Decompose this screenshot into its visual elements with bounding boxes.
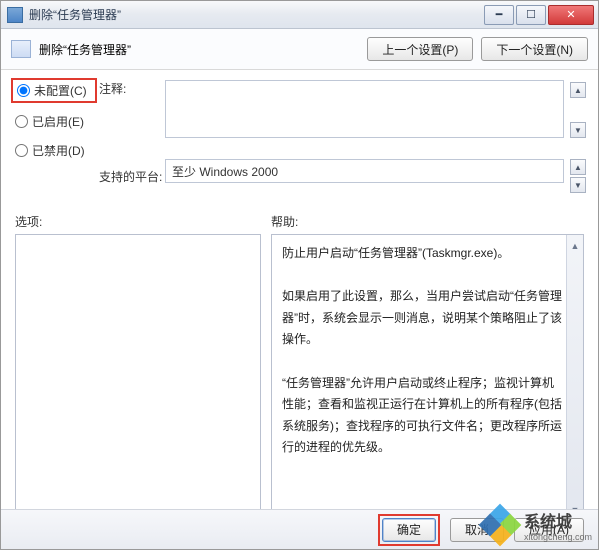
policy-icon xyxy=(11,40,31,58)
cancel-button-label: 取消 xyxy=(465,521,489,538)
comment-label: 注释: xyxy=(99,80,159,97)
titlebar: 删除“任务管理器” ━ ☐ ✕ xyxy=(1,1,598,29)
app-icon xyxy=(7,7,23,23)
cancel-button[interactable]: 取消 xyxy=(450,518,504,542)
comment-spin-down[interactable]: ▼ xyxy=(570,122,586,138)
scroll-up-icon[interactable]: ▲ xyxy=(571,235,580,257)
help-panel: 防止用户启动“任务管理器”(Taskmgr.exe)。 如果启用了此设置，那么，… xyxy=(271,234,584,522)
ok-button-highlight: 确定 xyxy=(378,514,440,546)
comment-spin-up[interactable]: ▲ xyxy=(570,82,586,98)
close-button[interactable]: ✕ xyxy=(548,5,594,25)
radio-enabled-label: 已启用(E) xyxy=(32,113,84,130)
platform-value: 至少 Windows 2000 xyxy=(172,163,278,180)
help-label: 帮助: xyxy=(271,213,298,230)
radio-not-configured-input[interactable] xyxy=(17,84,30,97)
prev-setting-button[interactable]: 上一个设置(P) xyxy=(367,37,473,61)
radio-disabled-label: 已禁用(D) xyxy=(32,142,85,159)
radio-disabled-input[interactable] xyxy=(15,144,28,157)
radio-disabled[interactable]: 已禁用(D) xyxy=(15,142,93,159)
window-title: 删除“任务管理器” xyxy=(29,6,482,23)
radio-not-configured-label: 未配置(C) xyxy=(34,82,87,99)
help-scrollbar[interactable]: ▲ ▼ xyxy=(566,235,583,521)
comment-textarea[interactable] xyxy=(165,80,564,138)
platform-spin-down[interactable]: ▼ xyxy=(570,177,586,193)
client-area: 删除“任务管理器” 上一个设置(P) 下一个设置(N) 未配置(C) 已启用(E… xyxy=(1,29,598,530)
radio-enabled-input[interactable] xyxy=(15,115,28,128)
next-setting-button[interactable]: 下一个设置(N) xyxy=(481,37,588,61)
mid-labels: 选项: 帮助: xyxy=(1,199,598,234)
platform-spin-up[interactable]: ▲ xyxy=(570,159,586,175)
help-p3: “任务管理器”允许用户启动或终止程序；监视计算机性能；查看和监视正运行在计算机上… xyxy=(282,373,563,459)
platform-label: 支持的平台: xyxy=(99,168,159,185)
help-p2: 如果启用了此设置，那么，当用户尝试启动“任务管理器”时，系统会显示一则消息，说明… xyxy=(282,286,563,351)
apply-button-label: 应用(A) xyxy=(529,521,569,538)
minimize-button[interactable]: ━ xyxy=(484,5,514,25)
config-grid: 未配置(C) 已启用(E) 已禁用(D) 注释: ▲ ▼ 支持的平台: 至少 W… xyxy=(1,70,598,199)
header-strip: 删除“任务管理器” 上一个设置(P) 下一个设置(N) xyxy=(1,29,598,70)
help-p1: 防止用户启动“任务管理器”(Taskmgr.exe)。 xyxy=(282,243,563,265)
not-configured-highlight: 未配置(C) xyxy=(11,78,97,103)
ok-button[interactable]: 确定 xyxy=(382,518,436,542)
apply-button[interactable]: 应用(A) xyxy=(514,518,584,542)
options-panel xyxy=(15,234,261,522)
prev-setting-label: 上一个设置(P) xyxy=(382,41,458,58)
panels: 防止用户启动“任务管理器”(Taskmgr.exe)。 如果启用了此设置，那么，… xyxy=(1,234,598,530)
comment-spinner: ▲ ▼ xyxy=(570,82,588,138)
window-buttons: ━ ☐ ✕ xyxy=(482,5,594,25)
ok-button-label: 确定 xyxy=(397,521,421,538)
options-label: 选项: xyxy=(15,213,271,230)
maximize-button[interactable]: ☐ xyxy=(516,5,546,25)
header-label: 删除“任务管理器” xyxy=(39,41,131,58)
platform-spinner: ▲ ▼ xyxy=(570,159,588,193)
radio-enabled[interactable]: 已启用(E) xyxy=(15,113,93,130)
next-setting-label: 下一个设置(N) xyxy=(496,41,573,58)
platform-value-box: 至少 Windows 2000 xyxy=(165,159,564,183)
footer-bar: 确定 取消 应用(A) xyxy=(1,509,598,549)
radio-not-configured[interactable]: 未配置(C) xyxy=(17,82,87,99)
